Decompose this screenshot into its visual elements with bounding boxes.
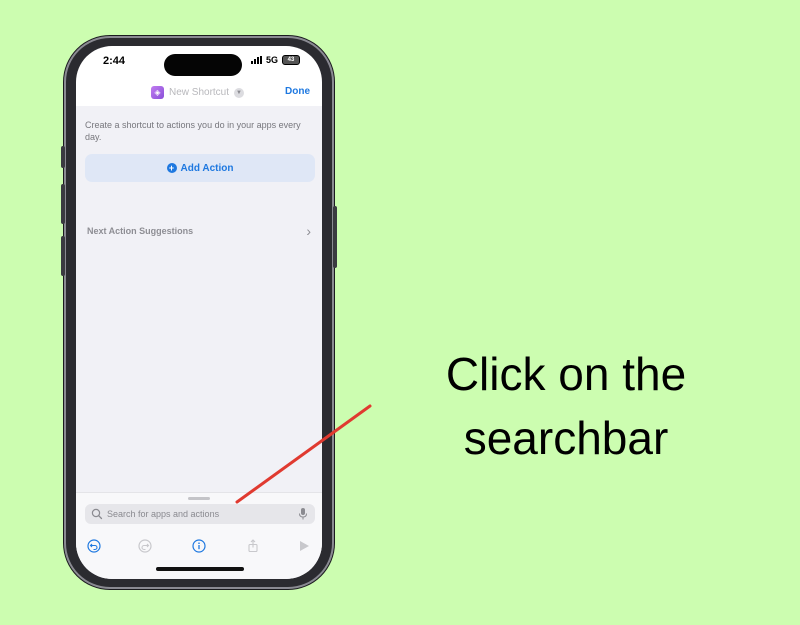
instruction-line-1: Click on the — [445, 348, 687, 400]
instruction-text: Click on the searchbar — [400, 342, 732, 470]
pointer-arrow — [235, 404, 372, 504]
instruction-line-2: searchbar — [463, 412, 669, 464]
